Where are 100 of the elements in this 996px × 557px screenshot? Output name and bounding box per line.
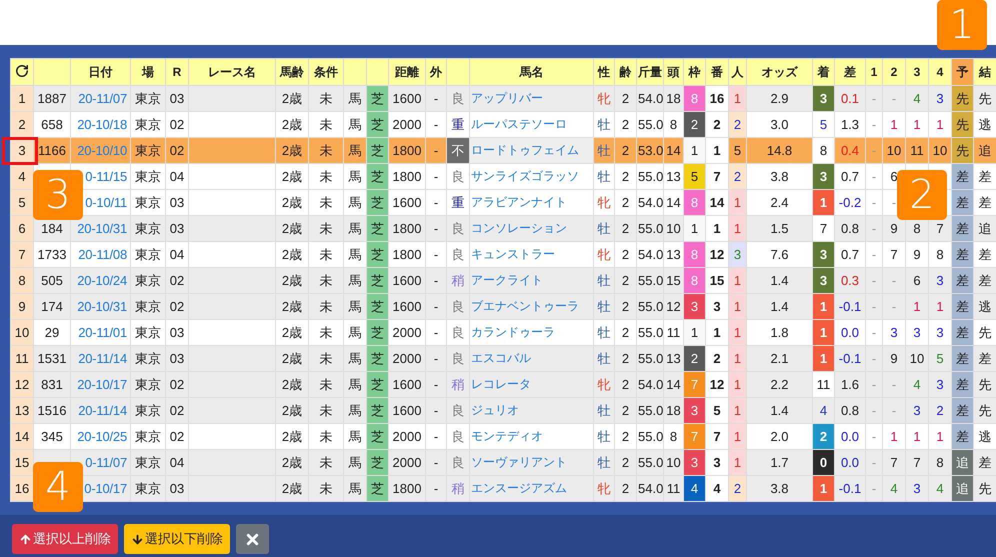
corner-3: 3	[913, 403, 921, 418]
horse-number: 2	[706, 346, 728, 372]
surface: 芝	[366, 268, 388, 294]
column-header: 着	[812, 58, 834, 86]
finish: 4	[820, 403, 828, 418]
prediction: 追	[952, 450, 974, 476]
sex: 牝	[598, 246, 610, 262]
margin: -0.1	[838, 351, 862, 366]
column-header: R	[166, 58, 188, 86]
row-number: 4	[10, 164, 34, 190]
sex: 牡	[598, 220, 610, 236]
refresh-button[interactable]	[10, 58, 34, 86]
surface: 芝	[366, 372, 388, 398]
column-header: 4	[928, 58, 952, 86]
horse-name-link[interactable]: ロードトゥフェイム	[470, 138, 594, 164]
column-header: 1	[866, 58, 882, 86]
finish: 8	[812, 138, 834, 164]
callout-badge: 2	[897, 170, 947, 220]
close-icon	[244, 530, 261, 548]
prediction: 先	[952, 112, 974, 138]
margin: 0.0	[840, 429, 860, 444]
corner-3: 4	[913, 91, 921, 106]
gate: 1	[684, 138, 706, 164]
refresh-icon	[15, 64, 29, 78]
close-button[interactable]	[236, 524, 269, 554]
corner-1: -	[872, 247, 876, 262]
popularity: 2	[728, 112, 746, 138]
going: 良	[452, 90, 464, 106]
popularity: 1	[728, 398, 746, 424]
going: 良	[452, 246, 464, 262]
corner-4: 3	[936, 91, 944, 106]
horse-number: 15	[706, 268, 728, 294]
sex: 牡	[598, 116, 610, 132]
corner-3: 1	[913, 429, 921, 444]
going: 良	[452, 220, 464, 236]
prediction: 差	[952, 268, 974, 294]
popularity: 3	[728, 242, 746, 268]
finish: 2	[812, 424, 834, 450]
corner-4: 5	[936, 351, 944, 366]
column-header: 枠	[684, 58, 706, 86]
row-number: 2	[10, 112, 34, 138]
horse-number: 7	[706, 164, 728, 190]
prediction: 先	[952, 86, 974, 112]
corner-3: 3	[913, 325, 921, 340]
corner-1: -	[872, 299, 876, 314]
popularity: 1	[728, 450, 746, 476]
column-header: 番	[706, 58, 728, 86]
delete-above-button[interactable]: 選択以上削除	[12, 524, 118, 554]
gate: 3	[684, 398, 706, 424]
corner-1: -	[872, 351, 876, 366]
gate: 7	[684, 372, 706, 398]
row-number: 7	[10, 242, 34, 268]
going: 不	[446, 138, 470, 164]
prediction: 差	[952, 242, 974, 268]
going: 良	[452, 402, 464, 418]
callout-badge: 4	[33, 462, 83, 512]
corner-2: -	[892, 299, 896, 314]
corner-4: 2	[936, 403, 944, 418]
sex: 牡	[598, 298, 610, 314]
corner-3: 1	[913, 299, 921, 314]
gate: 3	[684, 450, 706, 476]
sex: 牝	[598, 194, 610, 210]
column-header: 2	[882, 58, 906, 86]
distance: 1800	[388, 476, 426, 502]
row-number: 16	[10, 476, 34, 502]
sex: 牡	[598, 454, 610, 470]
column-header: 頭	[664, 58, 684, 86]
column-header: 距離	[388, 58, 426, 86]
row-number: 1	[10, 86, 34, 112]
sex: 牡	[598, 168, 610, 184]
margin: -0.1	[838, 481, 862, 496]
corner-1: -	[872, 221, 876, 236]
column-header: 結	[974, 58, 996, 86]
horse-number: 12	[706, 372, 728, 398]
corner-3: 4	[913, 377, 921, 392]
surface: 芝	[366, 86, 388, 112]
gate: 8	[684, 242, 706, 268]
column-header: 条件	[308, 58, 344, 86]
horse-name-link[interactable]: エンスージアズム	[470, 476, 594, 502]
surface: 芝	[366, 138, 388, 164]
margin: 0.4	[840, 143, 860, 158]
surface: 芝	[366, 190, 388, 216]
going: 稍	[452, 376, 464, 392]
gate: 8	[684, 86, 706, 112]
row-number: 13	[10, 398, 34, 424]
surface: 芝	[366, 476, 388, 502]
horse-number: 7	[706, 424, 728, 450]
prediction: 差	[952, 372, 974, 398]
corner-4: 3	[936, 325, 944, 340]
callout-badge: 1	[937, 0, 987, 50]
finish: 1	[812, 294, 834, 320]
column-header: 馬名	[470, 58, 594, 86]
corner-3: 1	[913, 117, 921, 132]
sex: 牡	[598, 142, 610, 158]
horse-number: 4	[706, 476, 728, 502]
margin: -0.2	[838, 195, 862, 210]
sex: 牡	[598, 402, 610, 418]
sex: 牝	[598, 480, 610, 496]
age: 2	[614, 476, 636, 502]
delete-below-button[interactable]: 選択以下削除	[124, 524, 230, 554]
